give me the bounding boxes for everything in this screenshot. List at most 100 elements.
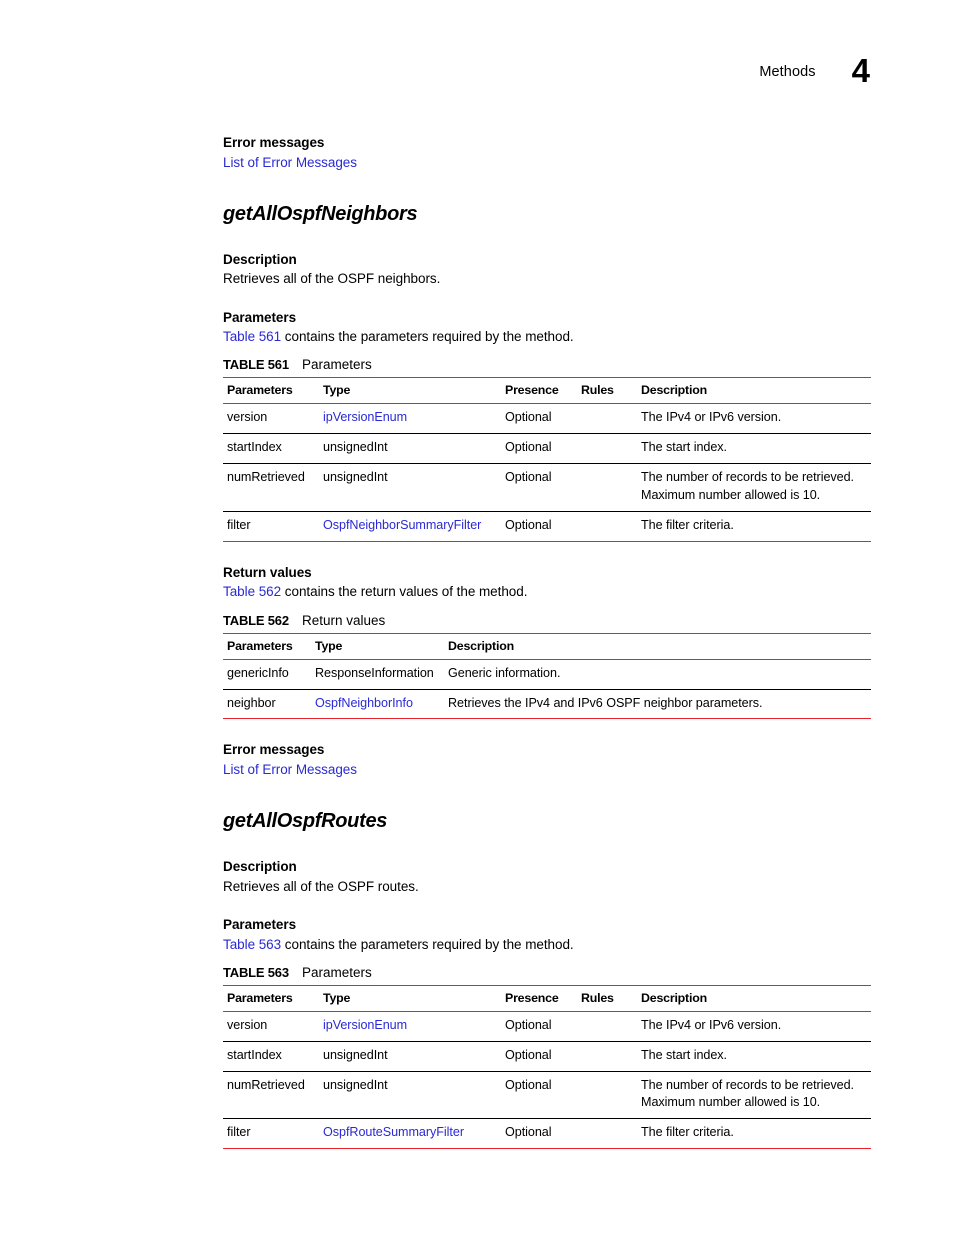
cell-rules xyxy=(581,511,641,542)
document-content: Error messages List of Error Messages ge… xyxy=(223,133,871,1150)
table-row: neighbor OspfNeighborInfo Retrieves the … xyxy=(223,689,871,720)
cell-rules xyxy=(581,403,641,435)
cell-parameter: startIndex xyxy=(223,1041,323,1072)
parameters-intro: Table 563 contains the parameters requir… xyxy=(223,935,871,955)
cell-type: ipVersionEnum xyxy=(323,1011,505,1042)
column-header-presence: Presence xyxy=(505,377,581,405)
return-values-intro: Table 562 contains the return values of … xyxy=(223,582,871,602)
type-link[interactable]: OspfRouteSummaryFilter xyxy=(323,1125,464,1139)
cell-type: OspfNeighborSummaryFilter xyxy=(323,511,505,542)
return-values-label: Return values xyxy=(223,564,312,580)
parameters-label: Parameters xyxy=(223,917,297,932)
table-row: version ipVersionEnum Optional The IPv4 … xyxy=(223,403,871,435)
cell-presence: Optional xyxy=(505,1011,581,1042)
cell-description: Retrieves the IPv4 and IPv6 OSPF neighbo… xyxy=(448,689,871,720)
description-text: Retrieves all of the OSPF neighbors. xyxy=(223,271,441,287)
cell-parameter: genericInfo xyxy=(223,659,315,690)
page-running-header: Methods 4 xyxy=(759,48,870,87)
cell-type: unsignedInt xyxy=(323,1071,505,1120)
table-561-caption: TABLE 561 Parameters xyxy=(223,357,871,372)
cell-type: OspfNeighborInfo xyxy=(315,689,448,720)
document-page: Methods 4 Error messages List of Error M… xyxy=(0,0,954,1235)
chapter-number: 4 xyxy=(851,52,870,89)
cell-rules xyxy=(581,1041,641,1072)
type-link[interactable]: ipVersionEnum xyxy=(323,410,407,424)
table-row: version ipVersionEnum Optional The IPv4 … xyxy=(223,1011,871,1042)
description-text: Retrieves all of the OSPF routes. xyxy=(223,878,419,894)
table-562-caption: TABLE 562 Return values xyxy=(223,613,871,628)
parameters-intro-rest: contains the parameters required by the … xyxy=(281,329,574,345)
table-563-link[interactable]: Table 563 xyxy=(223,937,281,952)
parameters-intro: Table 561 contains the parameters requir… xyxy=(223,327,871,347)
cell-type: OspfRouteSummaryFilter xyxy=(323,1118,505,1150)
table-caption-title: Parameters xyxy=(302,357,372,373)
error-messages-label: Error messages xyxy=(223,742,325,758)
return-intro-rest: contains the return values of the method… xyxy=(281,584,528,600)
cell-description-line2: Maximum number allowed is 10. xyxy=(641,1095,821,1110)
table-563-caption: TABLE 563 Parameters xyxy=(223,965,871,980)
type-link[interactable]: OspfNeighborSummaryFilter xyxy=(323,518,481,532)
cell-type: unsignedInt xyxy=(323,1041,505,1072)
table-row: numRetrieved unsignedInt Optional The nu… xyxy=(223,463,871,512)
cell-description: The IPv4 or IPv6 version. xyxy=(641,1011,871,1042)
cell-rules xyxy=(581,1118,641,1150)
cell-presence: Optional xyxy=(505,463,581,512)
error-messages-label: Error messages xyxy=(223,135,325,150)
method-heading: getAllOspfNeighbors xyxy=(223,202,418,225)
table-562-link[interactable]: Table 562 xyxy=(223,584,281,599)
column-header-presence: Presence xyxy=(505,984,581,1012)
column-header-description: Description xyxy=(641,984,871,1012)
table-row: genericInfo ResponseInformation Generic … xyxy=(223,659,871,690)
table-caption-label: TABLE 563 xyxy=(223,964,289,980)
cell-description: Generic information. xyxy=(448,659,871,690)
column-header-parameters: Parameters xyxy=(223,632,315,660)
method-section-getallospfneighbors: getAllOspfNeighbors Description Retrieve… xyxy=(223,202,871,780)
description-label: Description xyxy=(223,251,297,267)
error-messages-link-wrap: List of Error Messages xyxy=(223,760,871,780)
table-row: filter OspfRouteSummaryFilter Optional T… xyxy=(223,1118,871,1150)
cell-description: The start index. xyxy=(641,1041,871,1072)
table-row: filter OspfNeighborSummaryFilter Optiona… xyxy=(223,511,871,542)
table-561: Parameters Type Presence Rules Descripti… xyxy=(223,377,871,542)
table-header-row: Parameters Type Presence Rules Descripti… xyxy=(223,984,871,1012)
list-of-error-messages-link[interactable]: List of Error Messages xyxy=(223,155,357,170)
cell-description-line2: Maximum number allowed is 10. xyxy=(641,488,821,503)
type-link[interactable]: OspfNeighborInfo xyxy=(315,696,413,710)
column-header-type: Type xyxy=(315,632,448,660)
cell-parameter: version xyxy=(223,403,323,435)
cell-description: The filter criteria. xyxy=(641,511,871,542)
column-header-parameters: Parameters xyxy=(223,984,323,1012)
table-header-row: Parameters Type Description xyxy=(223,632,871,660)
cell-parameter: filter xyxy=(223,511,323,542)
column-header-type: Type xyxy=(323,377,505,405)
table-563: Parameters Type Presence Rules Descripti… xyxy=(223,984,871,1150)
cell-parameter: filter xyxy=(223,1118,323,1150)
cell-rules xyxy=(581,463,641,512)
column-header-description: Description xyxy=(641,377,871,405)
type-link[interactable]: ipVersionEnum xyxy=(323,1018,407,1032)
table-row: startIndex unsignedInt Optional The star… xyxy=(223,433,871,465)
cell-presence: Optional xyxy=(505,1118,581,1150)
cell-type: ipVersionEnum xyxy=(323,403,505,435)
cell-rules xyxy=(581,433,641,465)
table-561-link[interactable]: Table 561 xyxy=(223,329,281,344)
cell-type: unsignedInt xyxy=(323,463,505,512)
column-header-description: Description xyxy=(448,632,871,660)
cell-presence: Optional xyxy=(505,1041,581,1072)
method-heading: getAllOspfRoutes xyxy=(223,810,388,833)
cell-description-line1: The number of records to be retrieved. xyxy=(641,1077,854,1092)
list-of-error-messages-link[interactable]: List of Error Messages xyxy=(223,762,357,777)
table-row: startIndex unsignedInt Optional The star… xyxy=(223,1041,871,1072)
cell-parameter: neighbor xyxy=(223,689,315,720)
cell-description: The number of records to be retrieved. Ma… xyxy=(641,463,871,512)
table-caption-label: TABLE 562 xyxy=(223,612,289,628)
cell-rules xyxy=(581,1071,641,1120)
table-caption-title: Return values xyxy=(302,612,386,628)
